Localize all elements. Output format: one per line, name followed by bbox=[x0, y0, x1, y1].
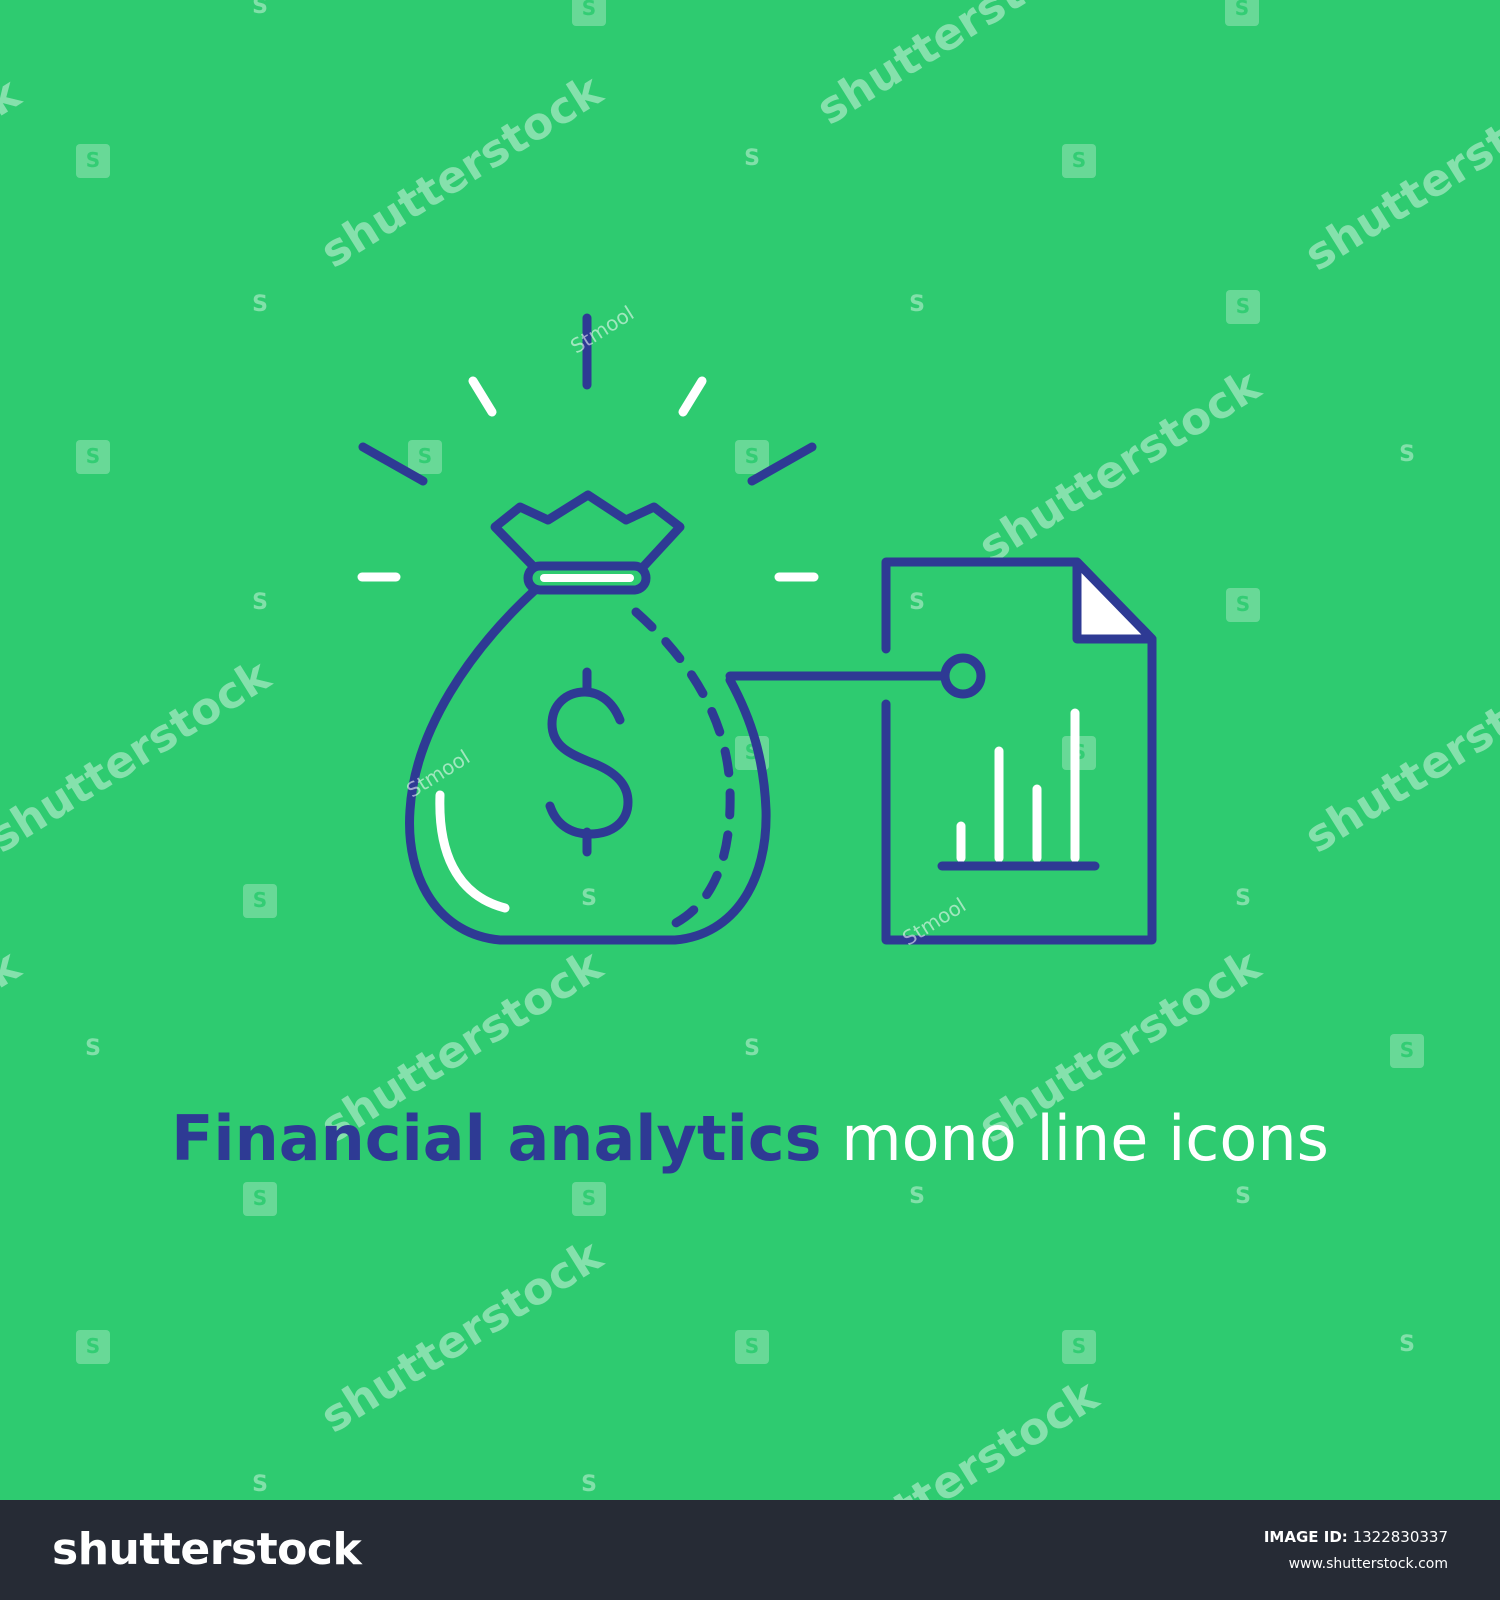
image-id-label: IMAGE ID: bbox=[1263, 1528, 1348, 1546]
caption-bold: Financial analytics bbox=[171, 1102, 822, 1175]
image-id-value: 1322830337 bbox=[1352, 1528, 1448, 1546]
footer-url[interactable]: www.shutterstock.com bbox=[1289, 1556, 1448, 1572]
connector-icon bbox=[725, 653, 986, 699]
sparkle-icon bbox=[357, 313, 819, 582]
caption: Financial analytics mono line icons bbox=[0, 1108, 1500, 1170]
report-document-icon bbox=[881, 557, 1157, 945]
money-bag-icon bbox=[405, 490, 771, 945]
artwork: shutterstock shutterstock shutterstock s… bbox=[0, 0, 1500, 1500]
shutterstock-logo[interactable]: shutterstock bbox=[52, 1524, 362, 1575]
dollar-sign-icon bbox=[545, 667, 633, 857]
image-id: IMAGE ID: 1322830337 bbox=[1264, 1528, 1448, 1546]
footer-bar: shutterstock IMAGE ID: 1322830337 www.sh… bbox=[0, 1500, 1500, 1600]
bar-chart-icon bbox=[937, 708, 1100, 871]
caption-light: mono line icons bbox=[841, 1102, 1329, 1175]
icon-scene bbox=[357, 313, 1157, 945]
